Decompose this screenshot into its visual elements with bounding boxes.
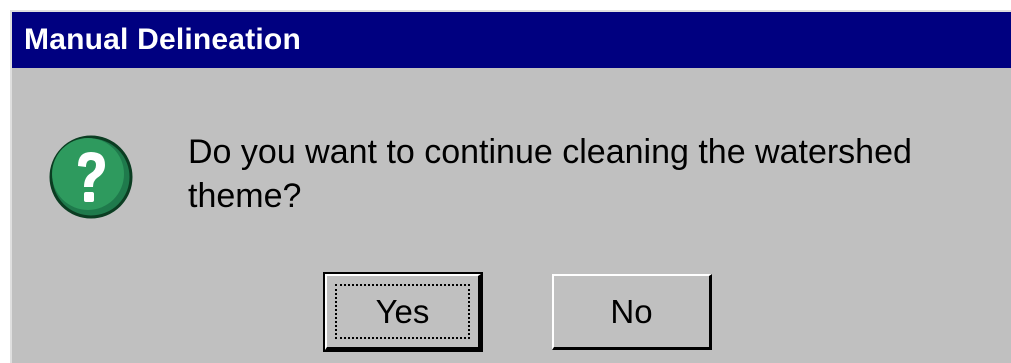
no-button[interactable]: No (552, 274, 712, 350)
dialog-title[interactable]: Manual Delineation (12, 12, 1011, 68)
question-icon (48, 134, 134, 220)
dialog-message: Do you want to continue cleaning the wat… (188, 133, 912, 215)
message-dialog: Manual Delineation Do you want to contin… (10, 10, 1011, 363)
yes-button[interactable]: Yes (323, 272, 483, 352)
no-button-label: No (610, 292, 653, 330)
yes-button-label: Yes (375, 292, 430, 330)
